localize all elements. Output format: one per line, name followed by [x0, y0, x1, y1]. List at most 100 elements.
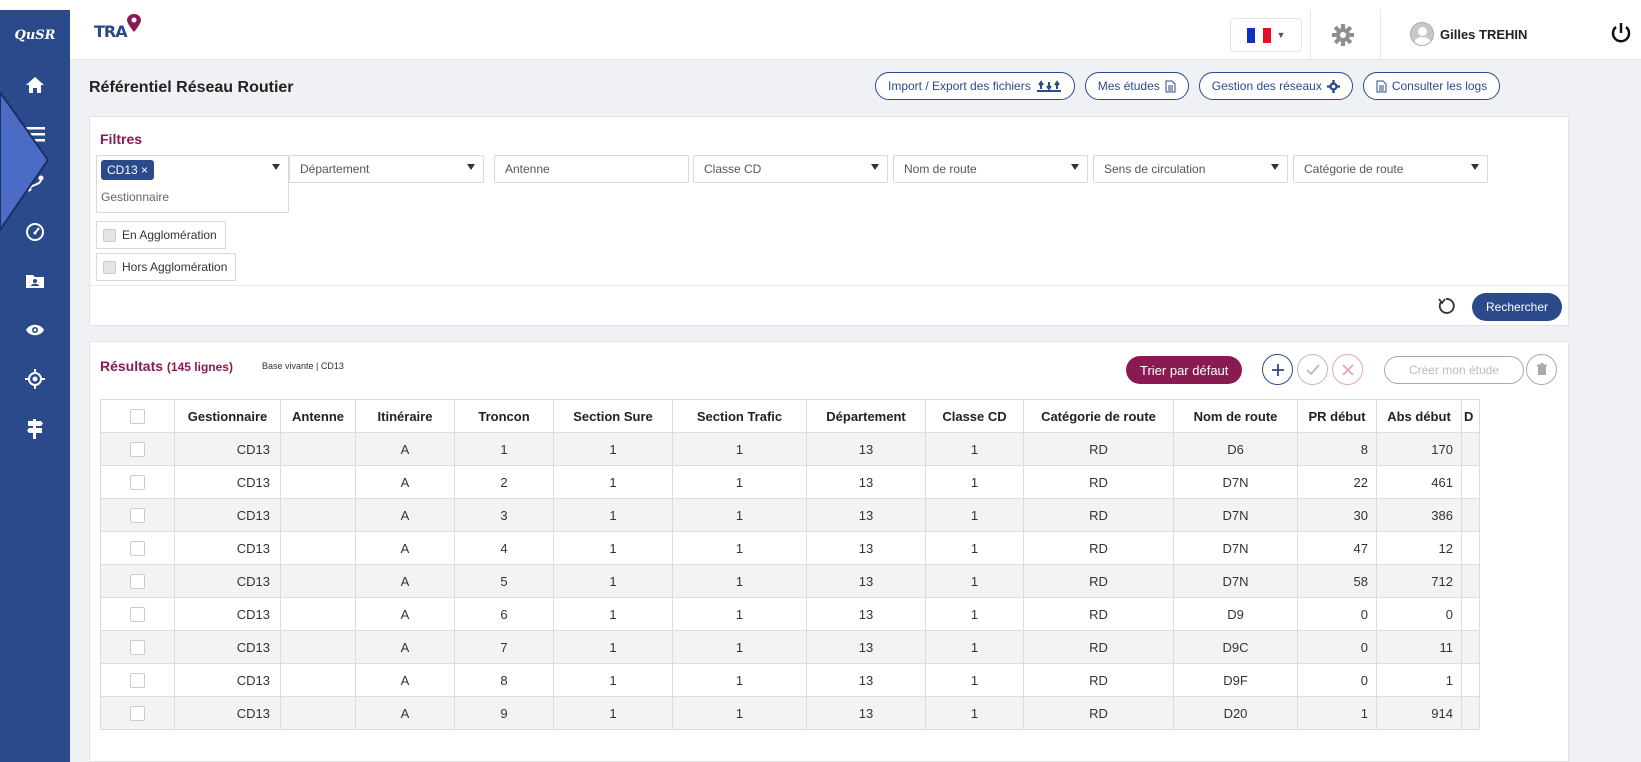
table-row[interactable]: CD13 A 2 1 1 13 1 RD D7N 22 461: [100, 465, 1480, 499]
table-cell-gest: CD13: [174, 630, 281, 664]
table-row[interactable]: CD13 A 1 1 1 13 1 RD D6 8 170: [100, 432, 1480, 466]
table-cell-gest: CD13: [174, 696, 281, 730]
gear-icon[interactable]: [1332, 24, 1354, 46]
divider: [1310, 10, 1311, 60]
sidebar-item-view[interactable]: [0, 305, 70, 354]
table-cell-iti: A: [355, 531, 455, 565]
sidebar-item-target[interactable]: [0, 354, 70, 403]
row-checkbox[interactable]: [130, 673, 145, 689]
table-cell-dep: 13: [806, 663, 926, 697]
table-cell-dep: 13: [806, 465, 926, 499]
row-select-cell[interactable]: [100, 498, 175, 532]
sort-default-button[interactable]: Trier par défaut: [1126, 356, 1243, 384]
select-all-checkbox[interactable]: [130, 409, 145, 425]
mes-etudes-button[interactable]: Mes études: [1084, 72, 1189, 100]
column-header[interactable]: Catégorie de route: [1023, 399, 1174, 433]
table-cell-nom: D6: [1173, 432, 1298, 466]
table-header-row: Gestionnaire Antenne Itinéraire Troncon …: [100, 399, 1480, 433]
table-cell-ant: [280, 531, 356, 565]
table-cell-abs: 12: [1376, 531, 1462, 565]
column-header[interactable]: Section Trafic: [672, 399, 807, 433]
row-checkbox[interactable]: [130, 442, 145, 458]
filters-panel: Filtres CD13 × Gestionnaire Département …: [89, 116, 1569, 326]
table-row[interactable]: CD13 A 3 1 1 13 1 RD D7N 30 386: [100, 498, 1480, 532]
upload-download-icon: [1036, 80, 1061, 92]
gestionnaire-tag[interactable]: CD13 ×: [101, 160, 155, 180]
column-header[interactable]: Département: [806, 399, 926, 433]
app-logo: QuSR: [14, 27, 56, 43]
language-selector[interactable]: ▼: [1230, 18, 1302, 52]
search-button[interactable]: Rechercher: [1472, 293, 1563, 321]
categorie-placeholder: Catégorie de route: [1304, 162, 1404, 176]
departement-filter[interactable]: Département: [289, 155, 484, 183]
row-checkbox[interactable]: [130, 640, 145, 656]
classe-cd-filter[interactable]: Classe CD: [693, 155, 888, 183]
row-select-cell[interactable]: [100, 663, 175, 697]
cancel-button[interactable]: [1332, 354, 1363, 385]
select-all-header[interactable]: [100, 399, 175, 433]
gestion-reseaux-button[interactable]: Gestion des réseaux: [1198, 72, 1353, 100]
row-checkbox[interactable]: [130, 541, 145, 557]
column-header[interactable]: D: [1461, 399, 1480, 433]
table-cell-sure: 1: [553, 696, 673, 730]
table-row[interactable]: CD13 A 7 1 1 13 1 RD D9C 0 11: [100, 630, 1480, 664]
row-checkbox[interactable]: [130, 607, 145, 623]
column-header[interactable]: Classe CD: [925, 399, 1024, 433]
column-header[interactable]: Nom de route: [1173, 399, 1298, 433]
row-select-cell[interactable]: [100, 564, 175, 598]
column-header[interactable]: Abs début: [1376, 399, 1462, 433]
gestionnaire-filter[interactable]: CD13 × Gestionnaire: [96, 155, 289, 213]
validate-button[interactable]: [1297, 354, 1328, 385]
column-header[interactable]: Troncon: [454, 399, 554, 433]
table-row[interactable]: CD13 A 5 1 1 13 1 RD D7N 58 712: [100, 564, 1480, 598]
column-header[interactable]: Antenne: [280, 399, 356, 433]
chevron-down-icon: [1071, 164, 1079, 170]
row-checkbox[interactable]: [130, 475, 145, 491]
column-header[interactable]: Itinéraire: [355, 399, 455, 433]
consulter-logs-button[interactable]: Consulter les logs: [1362, 72, 1501, 100]
column-header[interactable]: PR début: [1297, 399, 1377, 433]
road-sign-icon: [27, 418, 43, 439]
table-cell-cls: 1: [925, 432, 1024, 466]
table-row[interactable]: CD13 A 8 1 1 13 1 RD D9F 0 1: [100, 663, 1480, 697]
checkbox-box[interactable]: [103, 228, 116, 242]
row-select-cell[interactable]: [100, 432, 175, 466]
antenne-filter[interactable]: Antenne: [494, 155, 689, 183]
row-select-cell[interactable]: [100, 465, 175, 499]
cog-icon: [1326, 79, 1340, 93]
row-checkbox[interactable]: [130, 706, 145, 722]
power-icon[interactable]: [1610, 22, 1632, 44]
table-row[interactable]: CD13 A 4 1 1 13 1 RD D7N 47 12: [100, 531, 1480, 565]
table-cell-ant: [280, 564, 356, 598]
sidebar-item-signs[interactable]: [0, 403, 70, 452]
add-button[interactable]: [1262, 354, 1293, 385]
table-cell-iti: A: [355, 465, 455, 499]
create-study-button[interactable]: Créer mon étude: [1384, 356, 1524, 384]
user-menu[interactable]: Gilles TREHIN: [1410, 22, 1527, 46]
sidebar-item-contacts[interactable]: [0, 256, 70, 305]
categorie-filter[interactable]: Catégorie de route: [1293, 155, 1488, 183]
delete-button[interactable]: [1526, 354, 1557, 385]
row-checkbox[interactable]: [130, 508, 145, 524]
eye-icon: [26, 324, 44, 335]
column-header[interactable]: Gestionnaire: [174, 399, 281, 433]
checkbox-box[interactable]: [103, 260, 116, 274]
column-header[interactable]: Section Sure: [553, 399, 673, 433]
hors-agglomeration-checkbox[interactable]: Hors Agglomération: [96, 253, 237, 281]
row-select-cell[interactable]: [100, 696, 175, 730]
table-row[interactable]: CD13 A 6 1 1 13 1 RD D9 0 0: [100, 597, 1480, 631]
import-export-label: Import / Export des fichiers: [888, 79, 1031, 93]
chevron-down-icon: ▼: [1276, 30, 1286, 40]
row-select-cell[interactable]: [100, 597, 175, 631]
top-bar: TRA ▼ Gilles TREHIN: [70, 10, 1641, 60]
row-checkbox[interactable]: [130, 574, 145, 590]
reset-icon[interactable]: [1437, 297, 1455, 315]
en-agglomeration-checkbox[interactable]: En Agglomération: [96, 221, 226, 249]
nom-route-filter[interactable]: Nom de route: [893, 155, 1088, 183]
row-select-cell[interactable]: [100, 630, 175, 664]
row-select-cell[interactable]: [100, 531, 175, 565]
import-export-button[interactable]: Import / Export des fichiers: [875, 72, 1075, 100]
table-cell-pr: 47: [1297, 531, 1377, 565]
sens-filter[interactable]: Sens de circulation: [1093, 155, 1288, 183]
table-row[interactable]: CD13 A 9 1 1 13 1 RD D20 1 914: [100, 696, 1480, 730]
